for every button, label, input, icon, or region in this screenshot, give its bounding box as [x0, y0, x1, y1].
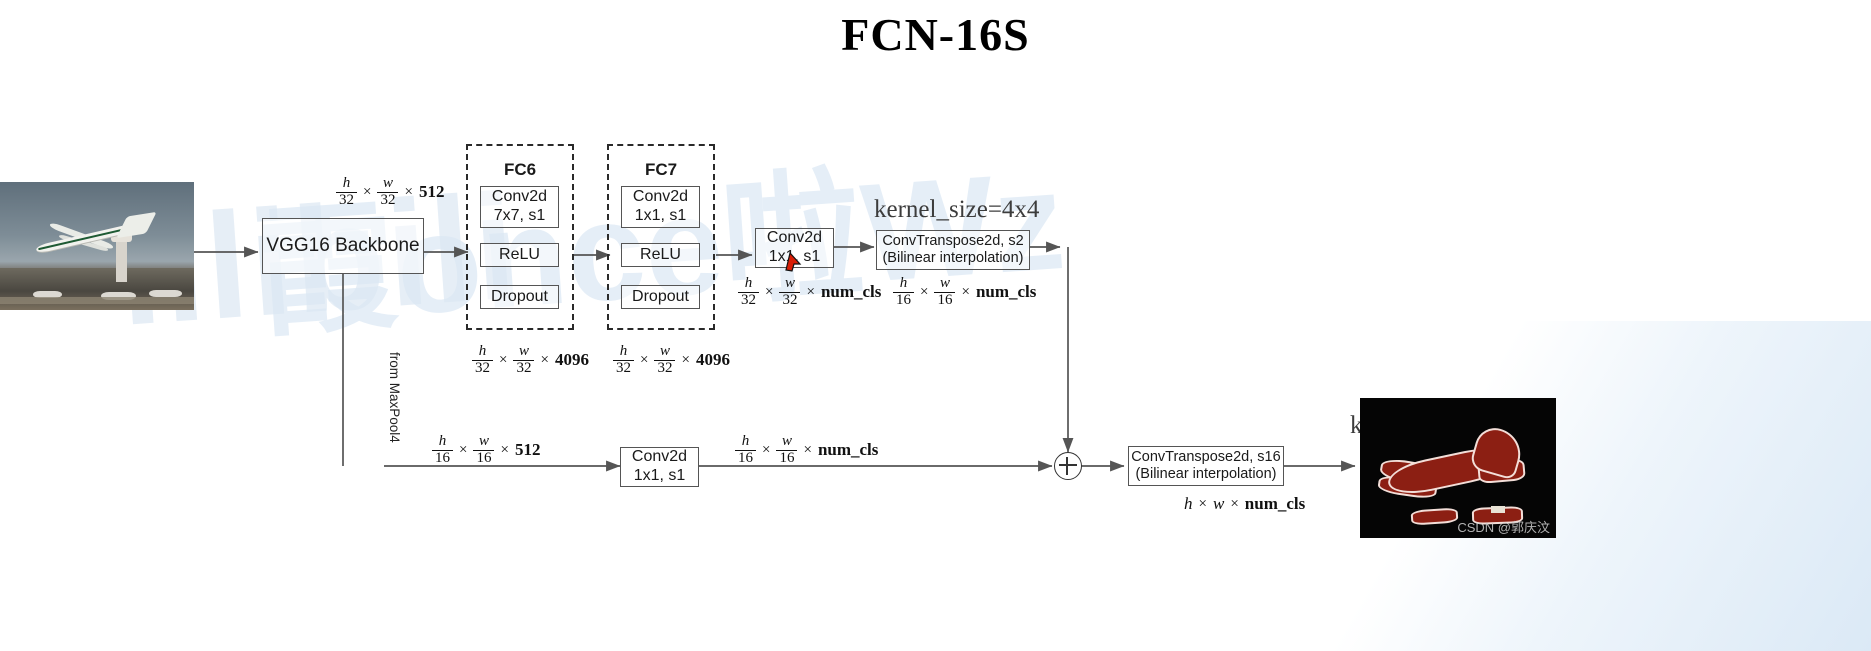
- h-denominator: 16: [432, 449, 453, 467]
- kernel-size-4x4-note: kernel_size=4x4: [874, 196, 1040, 223]
- shape-final-out: h × w × num_cls: [1184, 494, 1305, 514]
- h-denominator: 16: [893, 291, 914, 309]
- w-denominator: 16: [934, 291, 956, 309]
- h-symbol: h: [438, 433, 447, 449]
- convtranspose2d-s2[interactable]: ConvTranspose2d, s2 (Bilinear interpolat…: [876, 230, 1030, 270]
- score-conv2d[interactable]: Conv2d 1x1, s1: [755, 228, 834, 268]
- fc7-title: FC7: [644, 160, 678, 179]
- fc6-relu[interactable]: ReLU: [480, 243, 559, 267]
- times-symbol: ×: [404, 183, 413, 200]
- h-symbol: h: [342, 175, 351, 191]
- shape-upsampled-2x: h 16 × w 16 × num_cls: [893, 275, 1037, 309]
- w-symbol: w: [939, 275, 950, 291]
- times-symbol: ×: [459, 441, 468, 458]
- channels: num_cls: [1244, 494, 1306, 513]
- connection-wires: [194, 241, 1356, 472]
- vgg16-backbone-box[interactable]: VGG16 Backbone: [262, 218, 424, 274]
- channels: num_cls: [975, 282, 1037, 302]
- h-symbol: h: [478, 343, 487, 359]
- h-denominator: 32: [472, 359, 493, 377]
- times-symbol: ×: [1230, 495, 1239, 512]
- times-symbol: ×: [640, 351, 649, 368]
- h-symbol: h: [899, 275, 908, 291]
- shape-score-out: h 32 × w 32 × num_cls: [738, 275, 882, 309]
- h-denominator: 32: [336, 191, 357, 209]
- times-symbol: ×: [765, 283, 774, 300]
- output-image: CSDN @郭庆汶: [1360, 398, 1556, 538]
- w-denominator: 32: [513, 359, 535, 377]
- h-symbol: h: [741, 433, 750, 449]
- times-symbol: ×: [499, 351, 508, 368]
- shape-skip-score-out: h 16 × w 16 × num_cls: [735, 433, 879, 467]
- fc6-title: FC6: [503, 160, 537, 179]
- sum-node[interactable]: [1054, 452, 1082, 480]
- fc7-relu[interactable]: ReLU: [621, 243, 700, 267]
- page-title: FCN-16S: [841, 9, 1030, 60]
- h-symbol: h: [619, 343, 628, 359]
- final-w: w: [1212, 494, 1225, 513]
- fc7-dropout[interactable]: Dropout: [621, 285, 700, 309]
- shape-fc7-out: h 32 × w 32 × 4096: [613, 343, 730, 377]
- w-symbol: w: [784, 275, 795, 291]
- w-denominator: 32: [779, 291, 801, 309]
- shape-backbone-out: h 32 × w 32 × 512: [336, 175, 445, 209]
- channels: num_cls: [817, 440, 879, 460]
- w-denominator: 32: [654, 359, 676, 377]
- h-denominator: 32: [738, 291, 759, 309]
- w-symbol: w: [659, 343, 670, 359]
- w-symbol: w: [518, 343, 529, 359]
- h-denominator: 16: [735, 449, 756, 467]
- w-symbol: w: [382, 175, 393, 191]
- times-symbol: ×: [681, 351, 690, 368]
- h-denominator: 32: [613, 359, 634, 377]
- fc6-dropout[interactable]: Dropout: [480, 285, 559, 309]
- w-denominator: 16: [473, 449, 495, 467]
- h-symbol: h: [744, 275, 753, 291]
- shape-fc6-out: h 32 × w 32 × 4096: [472, 343, 589, 377]
- w-denominator: 16: [776, 449, 798, 467]
- times-symbol: ×: [762, 441, 771, 458]
- times-symbol: ×: [363, 183, 372, 200]
- channels: 4096: [554, 350, 589, 370]
- input-image: [0, 182, 194, 310]
- skip-conv2d[interactable]: Conv2d 1x1, s1: [620, 447, 699, 487]
- shape-pool4-out: h 16 × w 16 × 512: [432, 433, 541, 467]
- fc7-conv2d[interactable]: Conv2d 1x1, s1: [621, 186, 700, 228]
- times-symbol: ×: [1198, 495, 1207, 512]
- times-symbol: ×: [540, 351, 549, 368]
- times-symbol: ×: [803, 441, 812, 458]
- csdn-watermark: CSDN @郭庆汶: [1457, 520, 1550, 535]
- final-h: h: [1184, 494, 1193, 513]
- fc6-conv2d[interactable]: Conv2d 7x7, s1: [480, 186, 559, 228]
- w-denominator: 32: [377, 191, 399, 209]
- w-symbol: w: [781, 433, 792, 449]
- times-symbol: ×: [920, 283, 929, 300]
- channels: num_cls: [820, 282, 882, 302]
- channels: 4096: [695, 350, 730, 370]
- from-maxpool4-label: from MaxPool4: [387, 352, 402, 443]
- w-symbol: w: [478, 433, 489, 449]
- times-symbol: ×: [806, 283, 815, 300]
- times-symbol: ×: [500, 441, 509, 458]
- channels: 512: [418, 182, 445, 202]
- times-symbol: ×: [961, 283, 970, 300]
- convtranspose2d-s16[interactable]: ConvTranspose2d, s16 (Bilinear interpola…: [1128, 446, 1284, 486]
- channels: 512: [514, 440, 541, 460]
